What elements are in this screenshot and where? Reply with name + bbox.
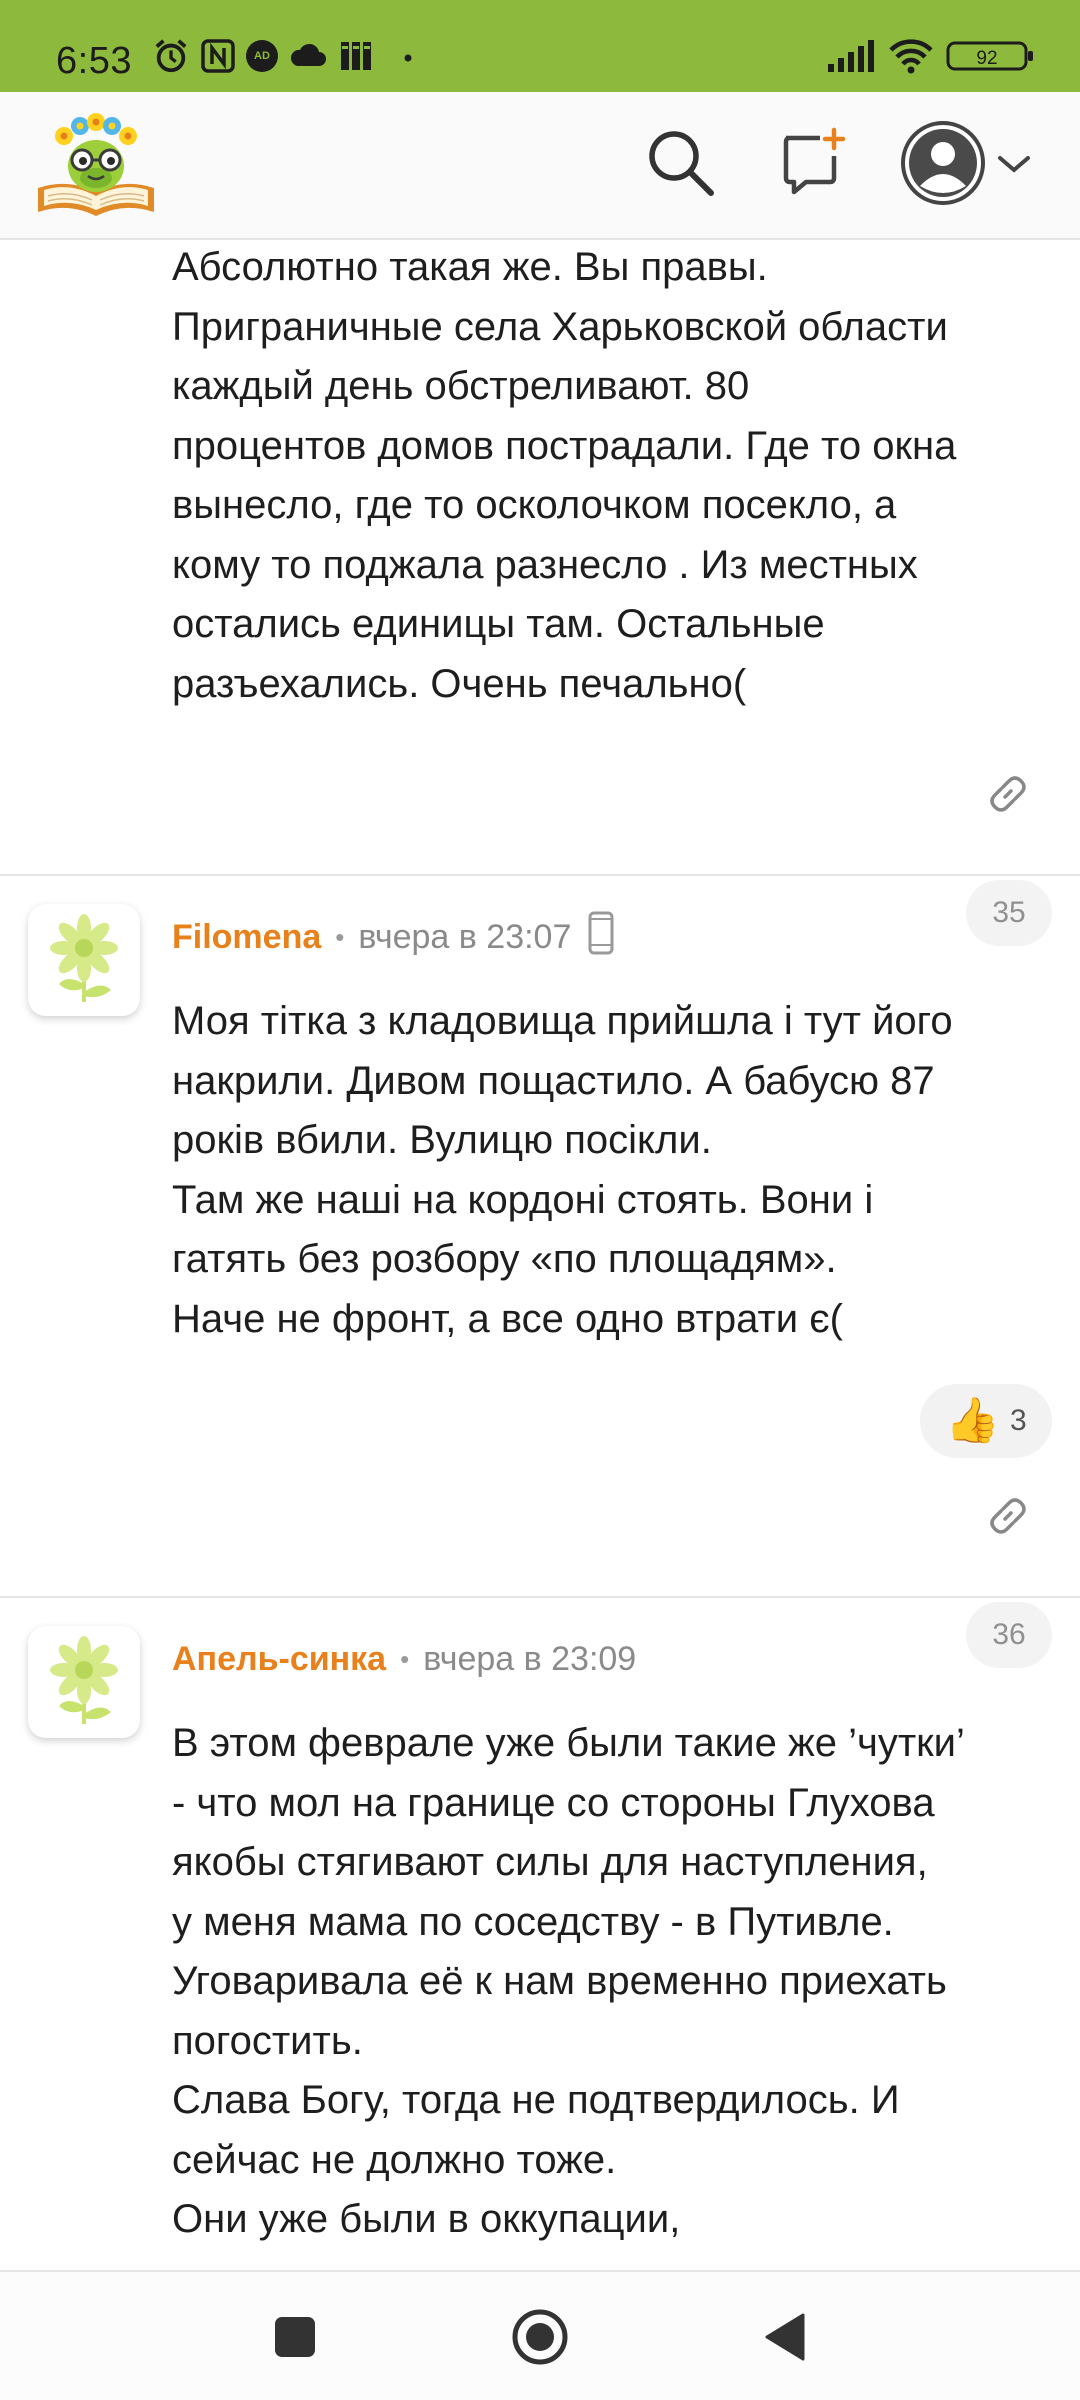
thumbs-up-icon: 👍 (945, 1396, 1001, 1445)
new-message-icon (783, 127, 846, 195)
cloud-icon (290, 43, 326, 66)
comment-author[interactable]: Filomena (172, 918, 321, 957)
site-logo[interactable] (34, 110, 158, 220)
mobile-phone-icon (587, 910, 615, 965)
dot-icon (404, 54, 412, 62)
search-button[interactable] (640, 122, 720, 202)
comment-meta: Апель-синка • вчера в 23:09 (172, 1634, 636, 1684)
comment-author[interactable]: Апель-синка (172, 1640, 386, 1679)
status-time: 6:53 (56, 40, 132, 82)
home-button[interactable] (505, 2302, 575, 2372)
nfc-icon (201, 39, 235, 73)
comment-text: В этом феврале уже были такие же ’чутки’… (172, 1721, 965, 2241)
comment-text: Абсолютно такая же. Вы правы. Приграничн… (172, 245, 957, 706)
svg-text:AD: AD (254, 50, 270, 62)
comment-number[interactable]: 36 (966, 1602, 1052, 1668)
avatar[interactable] (28, 904, 140, 1016)
signal-icon (828, 40, 874, 72)
flower-avatar-icon (50, 1636, 118, 1724)
comment-number[interactable]: 35 (966, 880, 1052, 946)
battery-level: 92 (976, 48, 997, 69)
app-header (0, 92, 1080, 240)
recents-icon (275, 2317, 315, 2357)
new-message-button[interactable] (772, 122, 852, 202)
comment-time: вчера в 23:09 (423, 1639, 637, 1678)
link-icon (990, 1498, 1026, 1534)
search-icon (649, 131, 714, 196)
link-icon (990, 776, 1026, 812)
comment-time: вчера в 23:07 (358, 917, 572, 956)
meta-separator: • (400, 1643, 410, 1674)
home-icon (512, 2309, 568, 2365)
back-button[interactable] (750, 2302, 820, 2372)
system-nav-bar (0, 2270, 1080, 2400)
flower-avatar-icon (50, 914, 118, 1002)
profile-menu-button[interactable] (900, 118, 1036, 208)
like-button[interactable]: 👍 3 (920, 1384, 1052, 1458)
comment-link-button[interactable] (976, 1484, 1040, 1548)
recents-button[interactable] (260, 2302, 330, 2372)
status-bar: 6:53 AD 92 (0, 0, 1080, 92)
meta-separator: • (335, 921, 345, 952)
comment-link-button[interactable] (976, 762, 1040, 826)
profile-icon (901, 121, 985, 205)
battery-icon: 92 (946, 41, 1033, 71)
library-icon (341, 42, 371, 70)
ad-blocker-icon: AD (246, 40, 278, 72)
comment-text: Моя тітка з кладовища прийшла і тут його… (172, 999, 953, 1341)
divider (0, 874, 1080, 876)
alarm-icon (155, 39, 187, 73)
like-count: 3 (1010, 1404, 1027, 1437)
back-icon (765, 2313, 805, 2361)
avatar[interactable] (28, 1626, 140, 1738)
chevron-down-icon (998, 156, 1030, 173)
comments-feed: Абсолютно такая же. Вы правы. Приграничн… (0, 240, 1080, 2270)
comment-meta: Filomena • вчера в 23:07 (172, 910, 615, 965)
divider (0, 1596, 1080, 1598)
wifi-icon (889, 39, 933, 74)
